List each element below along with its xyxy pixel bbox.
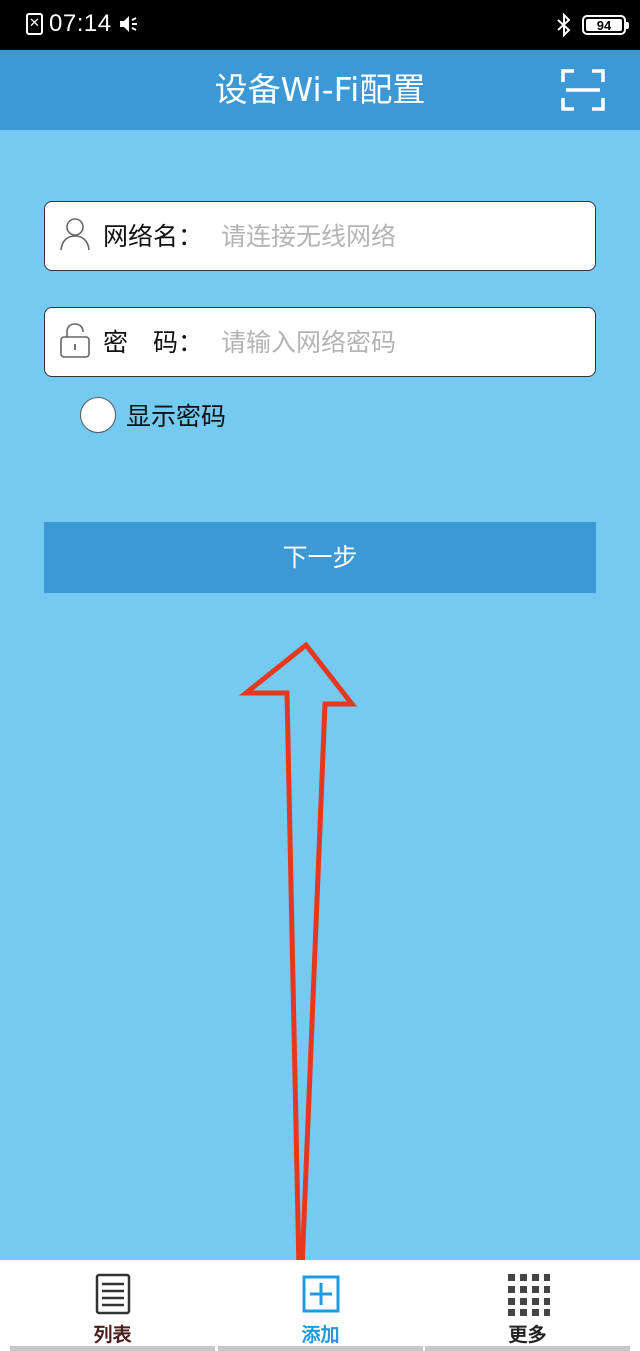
password-field[interactable]: 密 码： <box>44 307 596 377</box>
network-name-input[interactable] <box>221 216 581 256</box>
tab-more[interactable]: 更多 <box>425 1260 630 1351</box>
add-icon <box>302 1275 339 1313</box>
app-header: 设备Wi-Fi配置 <box>0 50 640 130</box>
show-password-toggle[interactable]: 显示密码 <box>80 396 226 434</box>
list-icon <box>95 1273 130 1315</box>
network-name-field[interactable]: 网络名： <box>44 201 596 271</box>
network-name-label: 网络名： <box>103 222 204 251</box>
grid-icon <box>507 1274 550 1316</box>
next-button[interactable]: 下一步 <box>44 522 596 593</box>
tab-add[interactable]: 添加 <box>218 1260 423 1351</box>
sim-error-icon: ✕ <box>26 13 43 35</box>
battery-level: 94 <box>596 17 612 33</box>
lock-icon <box>60 323 90 358</box>
tab-add-label: 添加 <box>301 1324 340 1346</box>
scan-icon <box>561 69 605 111</box>
scan-button[interactable] <box>560 68 606 112</box>
show-password-label: 显示密码 <box>126 402 227 431</box>
page-title: 设备Wi-Fi配置 <box>214 70 426 109</box>
tab-list-label: 列表 <box>93 1324 132 1346</box>
password-input[interactable] <box>221 322 581 362</box>
bottom-tab-bar: 列表 添加 更多 <box>0 1260 640 1351</box>
tab-more-label: 更多 <box>508 1324 547 1346</box>
show-password-radio[interactable] <box>80 397 116 433</box>
bluetooth-icon <box>557 13 571 37</box>
battery-indicator: 94 <box>582 15 629 35</box>
user-icon <box>60 218 90 251</box>
tab-list[interactable]: 列表 <box>10 1260 215 1351</box>
speaker-icon <box>119 16 137 32</box>
status-time: 07:14 <box>49 10 112 37</box>
status-bar: ✕ 07:14 94 <box>0 0 640 50</box>
password-label: 密 码： <box>103 328 204 357</box>
